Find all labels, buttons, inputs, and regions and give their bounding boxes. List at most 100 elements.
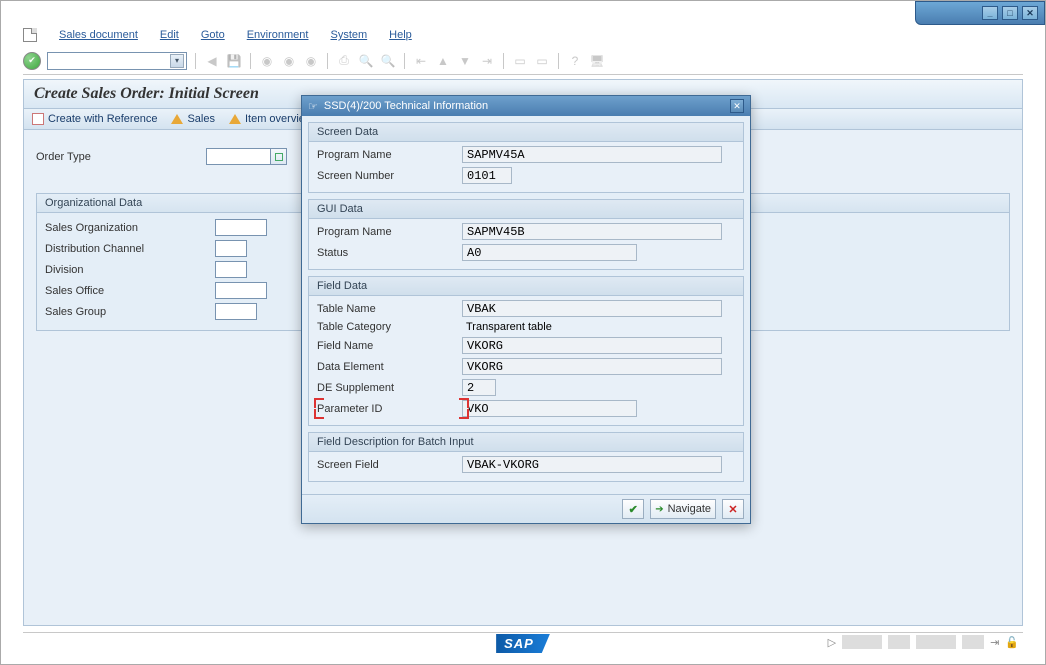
dialog-titlebar[interactable]: ☞ SSD(4)/200 Technical Information ✕ <box>302 96 750 116</box>
field-data-section: Field Data Table NameVBAK Table Category… <box>308 276 744 426</box>
program-name-value: SAPMV45A <box>462 146 722 163</box>
dialog-close-button[interactable]: ✕ <box>730 99 744 113</box>
back-icon[interactable]: ◀ <box>204 53 220 69</box>
menu-system[interactable]: System <box>330 29 367 41</box>
create-with-reference-button[interactable]: Create with Reference <box>32 113 157 125</box>
separator <box>250 53 251 69</box>
new-session-icon[interactable]: ▭ <box>512 53 528 69</box>
screen-field-value: VBAK-VKORG <box>462 456 722 473</box>
gui-program-name-value: SAPMV45B <box>462 223 722 240</box>
menu-bar: Sales document Edit Goto Environment Sys… <box>23 25 412 45</box>
screen-number-value: 0101 <box>462 167 512 184</box>
cancel-icon[interactable]: ◉ <box>303 53 319 69</box>
close-window-button[interactable]: ✕ <box>1022 6 1038 20</box>
dialog-icon: ☞ <box>308 100 318 113</box>
status-arrow-icon[interactable]: ▷ <box>828 636 836 649</box>
sales-org-input[interactable] <box>215 219 267 236</box>
dist-channel-input[interactable] <box>215 240 247 257</box>
document-icon[interactable] <box>23 28 37 42</box>
confirm-button[interactable] <box>622 499 644 519</box>
gui-status-label: Status <box>317 247 462 259</box>
gui-program-name-label: Program Name <box>317 226 462 238</box>
gui-data-section: GUI Data Program NameSAPMV45B StatusA0 <box>308 199 744 270</box>
first-page-icon[interactable]: ⇤ <box>413 53 429 69</box>
data-element-label: Data Element <box>317 361 462 373</box>
cancel-button[interactable]: ✕ <box>722 499 744 519</box>
sap-logo: SAP <box>496 634 550 653</box>
order-type-input[interactable] <box>206 148 271 165</box>
menu-help[interactable]: Help <box>389 29 412 41</box>
dialog-title: SSD(4)/200 Technical Information <box>324 100 488 112</box>
sales-button[interactable]: Sales <box>171 113 215 125</box>
status-segment <box>842 635 882 649</box>
maximize-button[interactable]: □ <box>1002 6 1018 20</box>
separator <box>195 53 196 69</box>
enter-button[interactable]: ✔ <box>23 52 41 70</box>
navigate-button[interactable]: Navigate <box>650 499 716 519</box>
shortcut-icon[interactable]: ▭ <box>534 53 550 69</box>
technical-info-dialog: ☞ SSD(4)/200 Technical Information ✕ Scr… <box>301 95 751 524</box>
print-icon[interactable]: ⎙ <box>336 53 352 69</box>
sales-group-input[interactable] <box>215 303 257 320</box>
field-data-title: Field Data <box>309 277 743 296</box>
data-element-value: VKORG <box>462 358 722 375</box>
menu-edit[interactable]: Edit <box>160 29 179 41</box>
de-supplement-label: DE Supplement <box>317 382 462 394</box>
layout-toggle-icon[interactable]: ⇥ <box>990 636 999 649</box>
batch-input-section: Field Description for Batch Input Screen… <box>308 432 744 482</box>
help-icon[interactable]: ? <box>567 53 583 69</box>
table-name-label: Table Name <box>317 303 462 315</box>
division-input[interactable] <box>215 261 247 278</box>
sales-office-input[interactable] <box>215 282 267 299</box>
dialog-footer: Navigate ✕ <box>302 494 750 523</box>
screen-number-label: Screen Number <box>317 170 462 182</box>
sales-office-label: Sales Office <box>45 285 215 297</box>
exit-icon[interactable]: ◉ <box>281 53 297 69</box>
gui-data-title: GUI Data <box>309 200 743 219</box>
sales-group-label: Sales Group <box>45 306 215 318</box>
next-page-icon[interactable]: ▼ <box>457 53 473 69</box>
parameter-id-value: VKO <box>462 400 637 417</box>
last-page-icon[interactable]: ⇥ <box>479 53 495 69</box>
menu-sales-document[interactable]: Sales document <box>59 29 138 41</box>
item-overview-icon <box>229 114 241 124</box>
menu-goto[interactable]: Goto <box>201 29 225 41</box>
dist-channel-label: Distribution Channel <box>45 243 215 255</box>
status-bar: SAP ▷ ⇥ 🔓 <box>23 632 1023 654</box>
lock-icon[interactable]: 🔓 <box>1005 636 1019 649</box>
field-name-label: Field Name <box>317 340 462 352</box>
screen-data-title: Screen Data <box>309 123 743 142</box>
screen-field-label: Screen Field <box>317 459 462 471</box>
separator <box>503 53 504 69</box>
screen-data-section: Screen Data Program NameSAPMV45A Screen … <box>308 122 744 193</box>
division-label: Division <box>45 264 215 276</box>
standard-toolbar: ✔ ▾ ◀ 💾 ◉ ◉ ◉ ⎙ 🔍 🔍 ⇤ ▲ ▼ ⇥ ▭ ▭ ? 🖥 <box>23 51 1023 75</box>
table-category-label: Table Category <box>317 321 462 333</box>
sales-org-label: Sales Organization <box>45 222 215 234</box>
status-segment <box>888 635 910 649</box>
minimize-button[interactable]: _ <box>982 6 998 20</box>
table-name-value: VBAK <box>462 300 722 317</box>
save-icon[interactable]: 💾 <box>226 53 242 69</box>
back-nav-icon[interactable]: ◉ <box>259 53 275 69</box>
navigate-label: Navigate <box>668 503 711 515</box>
separator <box>558 53 559 69</box>
sales-label: Sales <box>187 113 215 125</box>
status-right: ▷ ⇥ 🔓 <box>828 635 1019 649</box>
program-name-label: Program Name <box>317 149 462 161</box>
separator <box>327 53 328 69</box>
order-type-label: Order Type <box>36 151 206 163</box>
de-supplement-value: 2 <box>462 379 496 396</box>
command-field[interactable]: ▾ <box>47 52 187 70</box>
menu-environment[interactable]: Environment <box>247 29 309 41</box>
find-next-icon[interactable]: 🔍 <box>380 53 396 69</box>
prev-page-icon[interactable]: ▲ <box>435 53 451 69</box>
layout-icon[interactable]: 🖥 <box>589 53 605 69</box>
separator <box>404 53 405 69</box>
order-type-f4-icon[interactable] <box>271 148 287 165</box>
table-category-value: Transparent table <box>462 321 556 333</box>
window-controls: _ □ ✕ <box>915 1 1045 25</box>
find-icon[interactable]: 🔍 <box>358 53 374 69</box>
gui-status-value: A0 <box>462 244 637 261</box>
field-name-value: VKORG <box>462 337 722 354</box>
